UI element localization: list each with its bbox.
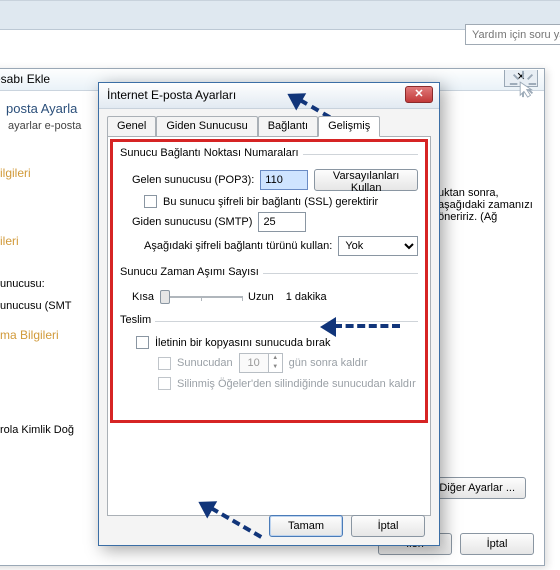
label-encryption: Aşağıdaki şifreli bağlantı türünü kullan… [144,240,332,252]
cursor-icon [508,69,534,99]
ok-button[interactable]: Tamam [269,515,343,537]
smtp-port-input[interactable] [258,212,306,232]
days-spinner: ▲▼ [239,353,283,373]
close-icon[interactable]: ✕ [405,86,433,103]
group-delivery: Teslim [120,314,418,328]
label-ssl: Bu sunucu şifreli bir bağlantı (SSL) ger… [163,196,378,208]
label-days-after: gün sonra kaldır [289,357,368,369]
dialog-title: İnternet E-posta Ayarları [99,83,439,109]
label-remove-after: Sunucudan [177,357,233,369]
use-defaults-button[interactable]: Varsayılanları Kullan [314,169,418,191]
leave-copy-checkbox[interactable] [136,336,149,349]
label-long: Uzun [248,291,274,303]
tab-strip: GenelGiden SunucusuBağlantıGelişmiş [99,109,439,136]
internet-email-settings-dialog: İnternet E-posta Ayarları ✕ GenelGiden S… [98,82,440,546]
cancel-button[interactable]: İptal [460,533,534,555]
label-remove-deleted: Silinmiş Öğeler'den silindiğinde sunucud… [177,378,416,390]
help-search-input[interactable] [465,24,560,45]
encryption-select[interactable]: Yok [338,236,418,256]
remove-deleted-checkbox [158,377,171,390]
cancel-button[interactable]: İptal [351,515,425,537]
tab-connection[interactable]: Bağlantı [258,116,318,136]
label-smtp: Giden sunucusu (SMTP) [132,216,252,228]
other-settings-button[interactable]: Diğer Ayarlar ... [428,477,526,499]
tab-general[interactable]: Genel [107,116,156,136]
label-short: Kısa [132,291,154,303]
remove-after-checkbox [158,357,171,370]
label-pop3: Gelen sunucusu (POP3): [132,174,254,186]
tab-outgoing[interactable]: Giden Sunucusu [156,116,257,136]
side-text: uktan sonra, aşağıdaki zamanızı öneririz… [438,187,548,223]
timeout-value: 1 dakika [286,291,327,303]
group-timeout: Sunucu Zaman Aşımı Sayısı [120,266,418,280]
pop3-port-input[interactable] [260,170,308,190]
tab-panel-advanced: Sunucu Bağlantı Noktası Numaraları Gelen… [107,136,431,516]
label-leave-copy: İletinin bir kopyasını sunucuda bırak [155,337,331,349]
timeout-slider[interactable] [160,288,242,306]
ssl-checkbox[interactable] [144,195,157,208]
tab-advanced[interactable]: Gelişmiş [318,116,380,137]
group-server-ports: Sunucu Bağlantı Noktası Numaraları [120,147,418,161]
